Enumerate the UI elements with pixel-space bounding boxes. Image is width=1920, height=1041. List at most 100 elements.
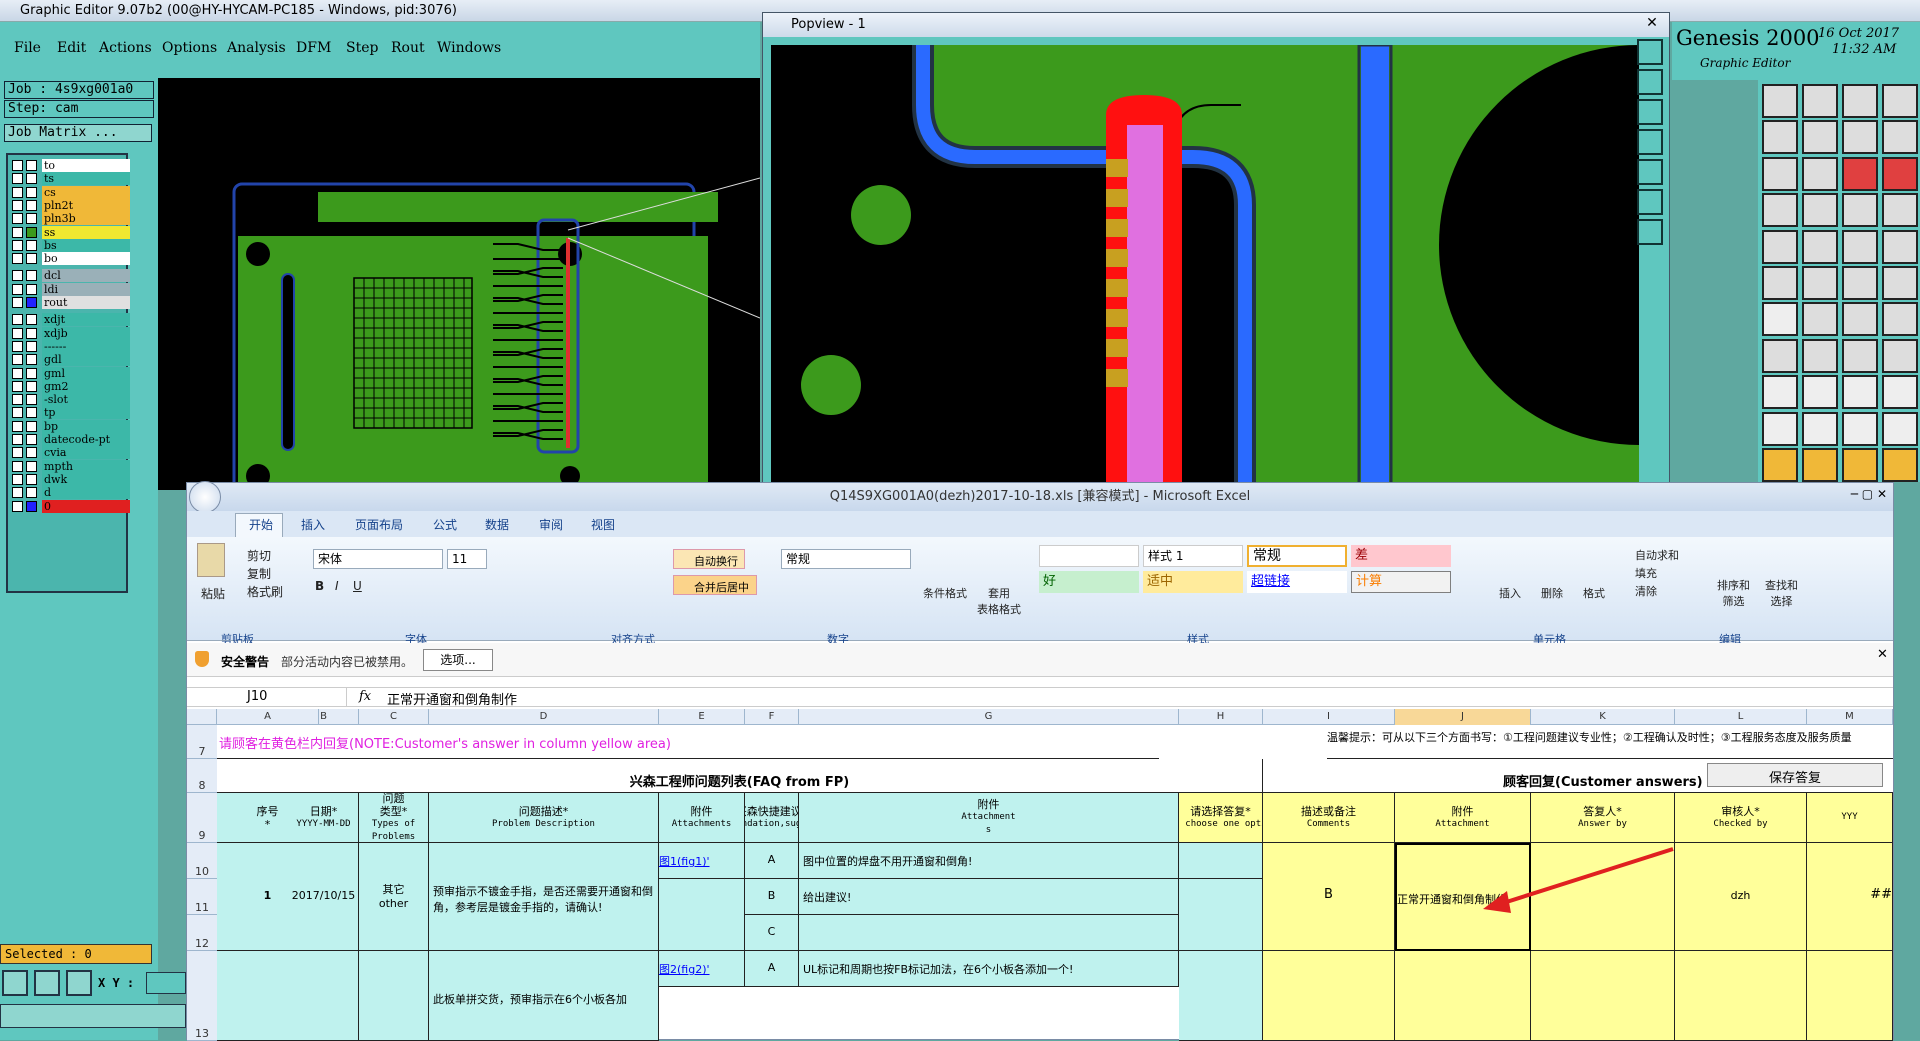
layer-affected-checkbox[interactable]	[26, 253, 37, 265]
layer-affected-checkbox[interactable]	[26, 447, 37, 459]
tool-icon[interactable]	[1762, 411, 1798, 446]
tool-icon[interactable]	[1882, 229, 1918, 264]
layer-affected-checkbox[interactable]	[26, 314, 37, 326]
tool-icon[interactable]	[1882, 302, 1918, 337]
layer-display-checkbox[interactable]	[12, 354, 23, 366]
layer-affected-checkbox[interactable]	[26, 213, 37, 225]
table-header-cell[interactable]: 附件 Attachments	[659, 793, 745, 843]
layer-display-checkbox[interactable]	[12, 160, 23, 171]
layer-row[interactable]: bo	[12, 252, 130, 266]
row-header[interactable]: 8	[187, 759, 217, 793]
column-header[interactable]: L	[1675, 709, 1807, 725]
merge-center-button[interactable]: 合并后居中	[673, 575, 757, 595]
row7-tip[interactable]: 温馨提示：可从以下三个方面书写：①工程问题建议专业性；②工程确认及时性；③工程服…	[1327, 725, 1893, 759]
row-header[interactable]: 13	[187, 951, 217, 1041]
layer-affected-checkbox[interactable]	[26, 354, 37, 366]
style-neutral[interactable]: 适中	[1143, 571, 1243, 593]
tab-review[interactable]: 审阅	[539, 516, 563, 533]
layer-row[interactable]: rout	[12, 296, 130, 309]
option-b[interactable]: B	[745, 879, 799, 915]
select-all-corner[interactable]	[187, 709, 217, 725]
tool-icon[interactable]	[1842, 84, 1878, 118]
layer-affected-checkbox[interactable]	[26, 380, 37, 392]
row-description[interactable]: 预审指示不镀金手指，是否还需要开通窗和倒角，参考层是镀金手指的，请确认!	[429, 843, 659, 951]
column-header[interactable]: K	[1531, 709, 1675, 725]
style-blank[interactable]	[1039, 545, 1139, 567]
row-header[interactable]: 11	[187, 879, 217, 915]
tool-icon[interactable]	[1802, 375, 1838, 410]
layer-row[interactable]: ts	[12, 172, 130, 186]
tool-icon[interactable]	[1882, 120, 1918, 155]
layer-affected-checkbox[interactable]	[26, 407, 37, 419]
tool-icon[interactable]	[1762, 375, 1798, 410]
column-header[interactable]: M	[1807, 709, 1893, 725]
layer-display-checkbox[interactable]	[12, 314, 23, 326]
bold-button[interactable]: B	[315, 579, 324, 593]
menu-analysis[interactable]: Analysis	[227, 40, 286, 56]
column-header[interactable]: H	[1179, 709, 1263, 725]
tool-icon[interactable]	[1842, 302, 1878, 337]
tool-icon[interactable]	[1762, 266, 1798, 300]
tab-insert[interactable]: 插入	[301, 516, 325, 533]
tool-icon[interactable]	[1882, 266, 1918, 300]
row2-answer[interactable]	[1263, 951, 1395, 1041]
answer-attachment[interactable]	[1531, 843, 1675, 951]
layer-row[interactable]: pln2t	[12, 198, 130, 212]
layer-affected-checkbox[interactable]	[26, 434, 37, 445]
format-cells-button[interactable]: 格式	[1583, 585, 1605, 601]
wrap-text-button[interactable]: 自动换行	[673, 549, 745, 569]
tool-icon[interactable]	[1762, 156, 1798, 191]
layer-row[interactable]: xdjb	[12, 326, 130, 340]
tool-icon[interactable]	[1842, 266, 1878, 300]
style-bad[interactable]: 差	[1351, 545, 1451, 567]
layer-affected-checkbox[interactable]	[26, 239, 37, 251]
layer-row[interactable]: d	[12, 486, 130, 500]
row7-note[interactable]: 请顾客在黄色栏内回复(NOTE:Customer's answer in col…	[217, 725, 1159, 759]
underline-button[interactable]: U	[353, 579, 362, 593]
layer-display-checkbox[interactable]	[12, 226, 23, 238]
style-hyperlink[interactable]: 超链接	[1247, 571, 1347, 593]
column-header[interactable]: I	[1263, 709, 1395, 725]
tool-icon[interactable]	[1842, 338, 1878, 373]
layer-affected-checkbox[interactable]	[26, 297, 37, 308]
layer-affected-checkbox[interactable]	[26, 327, 37, 339]
number-format-select[interactable]: 常规	[781, 549, 911, 569]
layer-display-checkbox[interactable]	[12, 239, 23, 251]
save-answer-button[interactable]: 保存答复	[1707, 763, 1883, 787]
formula-input[interactable]: 正常开通窗和倒角制作	[387, 689, 517, 708]
tool-icon[interactable]	[1842, 448, 1878, 482]
layer-display-checkbox[interactable]	[12, 434, 23, 445]
layer-display-checkbox[interactable]	[12, 186, 23, 198]
row-header[interactable]: 12	[187, 915, 217, 951]
layer-row[interactable]: mpth	[12, 459, 130, 473]
layer-display-checkbox[interactable]	[12, 473, 23, 485]
layer-display-checkbox[interactable]	[12, 173, 23, 185]
menu-edit[interactable]: Edit	[57, 40, 86, 56]
layer-affected-checkbox[interactable]	[26, 283, 37, 295]
popview-home-icon[interactable]	[1637, 219, 1663, 245]
zoom-fit-icon[interactable]	[2, 970, 28, 996]
popview-pan-left-icon[interactable]	[1637, 129, 1663, 155]
layer-row[interactable]: gml	[12, 366, 130, 380]
tool-icon[interactable]	[1762, 229, 1798, 264]
window-controls[interactable]: ─ ▢ ✕	[1787, 487, 1887, 505]
italic-button[interactable]: I	[335, 579, 339, 593]
layer-affected-checkbox[interactable]	[26, 340, 37, 352]
row2-type[interactable]	[359, 951, 429, 1041]
tool-icon[interactable]	[1842, 193, 1878, 228]
option-c[interactable]: C	[745, 915, 799, 951]
menu-rout[interactable]: Rout	[391, 40, 425, 56]
layer-display-checkbox[interactable]	[12, 380, 23, 392]
option-a[interactable]: A	[745, 843, 799, 879]
layer-display-checkbox[interactable]	[12, 213, 23, 225]
paste-icon[interactable]	[197, 543, 225, 577]
suggestion-attachment[interactable]	[1179, 879, 1263, 951]
tool-icon[interactable]	[1882, 193, 1918, 228]
tool-icon[interactable]	[1882, 156, 1918, 191]
layer-row[interactable]: ss	[12, 225, 130, 239]
layer-row[interactable]: gdl	[12, 353, 130, 367]
layer-row[interactable]: ldi	[12, 282, 130, 296]
layer-row[interactable]: pln3b	[12, 212, 130, 226]
column-header[interactable]: F	[745, 709, 799, 725]
layer-display-checkbox[interactable]	[12, 420, 23, 432]
